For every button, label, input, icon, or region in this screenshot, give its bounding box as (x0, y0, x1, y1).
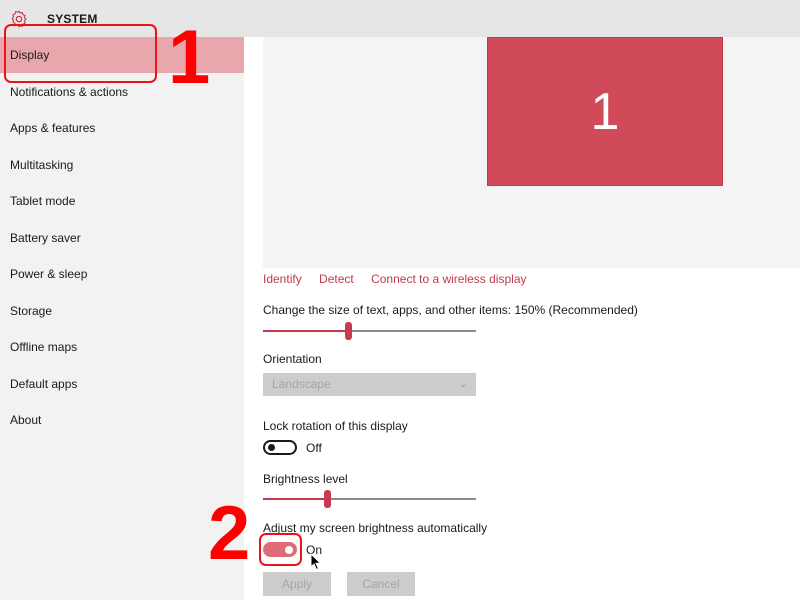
auto-brightness-toggle[interactable] (263, 542, 297, 557)
scale-label: Change the size of text, apps, and other… (263, 303, 638, 317)
sidebar-item-power-sleep[interactable]: Power & sleep (0, 256, 244, 292)
identify-link[interactable]: Identify (263, 272, 302, 286)
sidebar-item-notifications[interactable]: Notifications & actions (0, 74, 244, 110)
sidebar: Display Notifications & actions Apps & f… (0, 37, 244, 600)
sidebar-item-battery-saver[interactable]: Battery saver (0, 220, 244, 256)
slider-thumb[interactable] (323, 490, 331, 508)
toggle-knob (268, 444, 275, 451)
brightness-label: Brightness level (263, 472, 348, 486)
chevron-down-icon: ⌄ (458, 378, 468, 390)
sidebar-item-default-apps[interactable]: Default apps (0, 366, 244, 402)
sidebar-item-tablet-mode[interactable]: Tablet mode (0, 183, 244, 219)
lock-rotation-toggle[interactable] (263, 440, 297, 455)
auto-brightness-label: Adjust my screen brightness automaticall… (263, 521, 488, 535)
display-settings-panel: 1 Identify Detect Connect to a wireless … (244, 37, 800, 600)
orientation-dropdown[interactable]: Landscape ⌄ (263, 373, 476, 396)
title-bar: SYSTEM (0, 0, 800, 37)
lock-rotation-state: Off (306, 441, 322, 455)
sidebar-item-offline-maps[interactable]: Offline maps (0, 329, 244, 365)
cancel-button[interactable]: Cancel (347, 572, 415, 596)
page-title: SYSTEM (47, 12, 98, 26)
sidebar-item-multitasking[interactable]: Multitasking (0, 147, 244, 183)
orientation-selected-value: Landscape (272, 377, 331, 391)
display-links: Identify Detect Connect to a wireless di… (263, 272, 541, 286)
toggle-knob (285, 546, 293, 554)
slider-fill (263, 498, 327, 500)
brightness-slider[interactable] (263, 489, 476, 509)
gear-icon (11, 10, 27, 28)
monitor-preview-area: 1 (263, 37, 800, 268)
slider-thumb[interactable] (345, 322, 353, 340)
slider-fill (263, 330, 349, 332)
orientation-label: Orientation (263, 352, 322, 366)
wireless-display-link[interactable]: Connect to a wireless display (371, 272, 526, 286)
sidebar-item-about[interactable]: About (0, 402, 244, 438)
sidebar-item-storage[interactable]: Storage (0, 293, 244, 329)
mouse-pointer-icon (310, 553, 322, 571)
detect-link[interactable]: Detect (319, 272, 354, 286)
sidebar-item-apps-features[interactable]: Apps & features (0, 110, 244, 146)
lock-rotation-label: Lock rotation of this display (263, 419, 408, 433)
monitor-1-tile[interactable]: 1 (487, 37, 723, 186)
scale-slider[interactable] (263, 321, 476, 341)
apply-button[interactable]: Apply (263, 572, 331, 596)
sidebar-item-display[interactable]: Display (0, 37, 244, 73)
